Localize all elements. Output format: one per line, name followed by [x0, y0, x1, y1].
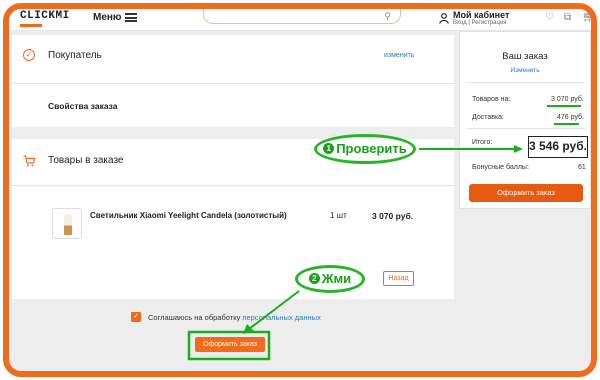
delivery-value: 476 руб. [557, 114, 584, 121]
buyer-card: ✓ Покупатель изменить Свойства заказа [12, 35, 454, 127]
divider [12, 83, 454, 84]
click-annotation: 2 Жми [295, 265, 365, 293]
buyer-title: Покупатель [48, 50, 102, 61]
lamp-image [64, 214, 72, 235]
total-value: 3 546 руб. [528, 136, 588, 158]
divider [467, 128, 585, 129]
menu-button[interactable]: Меню [93, 12, 121, 23]
divider [12, 185, 454, 186]
user-icon[interactable] [439, 13, 449, 24]
login-register-link[interactable]: Вход | Регистрация [453, 20, 507, 26]
total-label: Итого: [472, 139, 493, 146]
checkout-button[interactable]: Оформить заказ [195, 337, 265, 352]
product-price: 3 070 руб. [372, 211, 414, 221]
goods-title: Товары в заказе [48, 155, 124, 166]
logo-underline [20, 24, 42, 27]
delivery-label: Доставка: [472, 114, 505, 121]
check-annotation: 1 Проверить [314, 134, 416, 164]
check-circle-icon: ✓ [23, 49, 35, 61]
screenshot-frame: CLICKMI Меню ⚲ Мой кабинет Вход | Регист… [3, 3, 597, 377]
search-icon[interactable]: ⚲ [384, 11, 391, 22]
goods-total-value: 3 070 руб. [551, 96, 584, 103]
order-properties-title[interactable]: Свойства заказа [48, 101, 118, 111]
goods-value-underline [547, 105, 581, 107]
annotation-number: 2 [308, 273, 320, 284]
order-summary: Ваш заказ Изменить Товаров на: 3 070 руб… [459, 31, 591, 209]
back-button[interactable]: Назад [383, 271, 414, 286]
cart-icon[interactable]: 🛒︎ [582, 12, 591, 23]
buyer-edit-link[interactable]: изменить [384, 52, 414, 59]
summary-edit-link[interactable]: Изменить [460, 67, 590, 74]
product-image[interactable] [52, 208, 82, 239]
goods-card: Товары в заказе Светильник Xiaomi Yeelig… [12, 139, 454, 299]
annotation-text: Жми [321, 271, 352, 286]
agreement-checkbox[interactable]: ✓ [131, 312, 141, 322]
product-quantity: 1 шт [330, 211, 347, 220]
heart-icon[interactable]: ♡ [545, 12, 554, 23]
agreement-text: Соглашаюсь на обработку [148, 313, 243, 322]
bonus-label: Бонусные баллы: [472, 164, 529, 171]
cart-icon [23, 155, 35, 167]
hamburger-icon[interactable] [125, 13, 137, 22]
logo[interactable]: CLICKMI [20, 10, 70, 22]
annotation-text: Проверить [336, 141, 407, 156]
divider [467, 82, 585, 83]
bonus-value: 61 [578, 164, 586, 171]
summary-title: Ваш заказ [502, 51, 548, 62]
site-header: CLICKMI Меню ⚲ Мой кабинет Вход | Регист… [9, 9, 591, 31]
compare-icon[interactable]: ⧉ [564, 12, 571, 23]
delivery-value-underline [554, 123, 579, 125]
personal-data-link[interactable]: персональных данных [242, 313, 320, 322]
annotation-number: 1 [323, 143, 335, 154]
summary-checkout-button[interactable]: Оформить заказ [469, 184, 583, 202]
product-name[interactable]: Светильник Xiaomi Yeelight Candela (золо… [90, 211, 287, 220]
goods-total-label: Товаров на: [472, 96, 511, 103]
search-input[interactable]: ⚲ [203, 9, 401, 24]
account-link[interactable]: Мой кабинет [453, 10, 509, 20]
agreement-label: Соглашаюсь на обработку персональных дан… [148, 313, 321, 322]
